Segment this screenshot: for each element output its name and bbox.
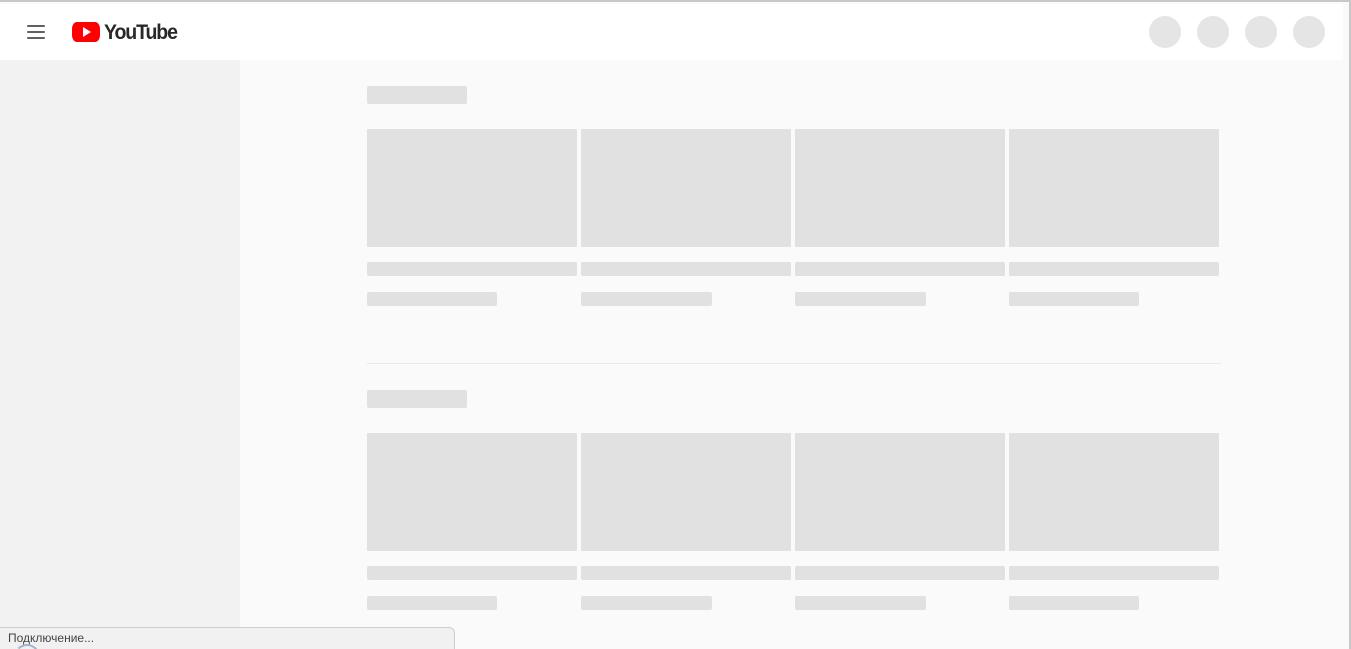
thumbnail-skeleton bbox=[795, 129, 1005, 247]
grid-item[interactable] bbox=[1009, 129, 1219, 306]
meta-line-skeleton bbox=[367, 596, 497, 610]
meta-line-skeleton bbox=[795, 292, 926, 306]
title-line-skeleton bbox=[795, 262, 1005, 276]
hamburger-menu-icon bbox=[27, 25, 45, 39]
youtube-play-icon bbox=[72, 22, 100, 42]
thumbnail-skeleton bbox=[367, 129, 577, 247]
title-line-skeleton bbox=[795, 566, 1005, 580]
create-button-skeleton[interactable] bbox=[1149, 16, 1181, 48]
title-line-skeleton bbox=[367, 262, 577, 276]
youtube-wordmark: YouTube bbox=[104, 20, 178, 44]
apps-button-skeleton[interactable] bbox=[1197, 16, 1229, 48]
shelf-1 bbox=[367, 60, 1221, 306]
thumbnail-skeleton bbox=[795, 433, 1005, 551]
meta-line-skeleton bbox=[1009, 292, 1139, 306]
shelf-2 bbox=[367, 364, 1221, 610]
page-content bbox=[240, 60, 1343, 649]
grid-item[interactable] bbox=[367, 129, 577, 306]
shelf-title-skeleton bbox=[367, 390, 467, 408]
thumbnail-skeleton bbox=[367, 433, 577, 551]
meta-line-skeleton bbox=[581, 596, 712, 610]
title-line-skeleton bbox=[581, 262, 791, 276]
title-line-skeleton bbox=[1009, 566, 1219, 580]
grid-item[interactable] bbox=[581, 433, 791, 610]
title-line-skeleton bbox=[367, 566, 577, 580]
thumbnail-skeleton bbox=[1009, 129, 1219, 247]
thumbnail-skeleton bbox=[581, 129, 791, 247]
guide-toggle-button[interactable] bbox=[16, 12, 56, 52]
masthead-start: YouTube bbox=[16, 4, 182, 60]
notifications-button-skeleton[interactable] bbox=[1245, 16, 1277, 48]
grid-item[interactable] bbox=[795, 433, 1005, 610]
grid-item[interactable] bbox=[795, 129, 1005, 306]
status-bar-text: Подключение... bbox=[8, 631, 95, 645]
shelf-title-skeleton bbox=[367, 86, 467, 104]
title-line-skeleton bbox=[581, 566, 791, 580]
youtube-masthead: YouTube bbox=[0, 4, 1343, 60]
thumbnail-skeleton bbox=[581, 433, 791, 551]
masthead-end bbox=[1149, 4, 1325, 60]
avatar-button-skeleton[interactable] bbox=[1293, 16, 1325, 48]
youtube-logo-link[interactable]: YouTube bbox=[72, 4, 182, 60]
meta-line-skeleton bbox=[795, 596, 926, 610]
guide-sidebar bbox=[0, 60, 240, 649]
browser-status-bar: Подключение... bbox=[0, 627, 455, 649]
meta-line-skeleton bbox=[1009, 596, 1139, 610]
shelf-items-row bbox=[367, 433, 1221, 610]
meta-line-skeleton bbox=[581, 292, 712, 306]
shelf-items-row bbox=[367, 129, 1221, 306]
browser-viewport: YouTube Подключение... bbox=[0, 0, 1351, 649]
grid-item[interactable] bbox=[1009, 433, 1219, 610]
grid-item[interactable] bbox=[581, 129, 791, 306]
content-wrapper bbox=[367, 60, 1221, 610]
thumbnail-skeleton bbox=[1009, 433, 1219, 551]
title-line-skeleton bbox=[1009, 262, 1219, 276]
grid-item[interactable] bbox=[367, 433, 577, 610]
meta-line-skeleton bbox=[367, 292, 497, 306]
